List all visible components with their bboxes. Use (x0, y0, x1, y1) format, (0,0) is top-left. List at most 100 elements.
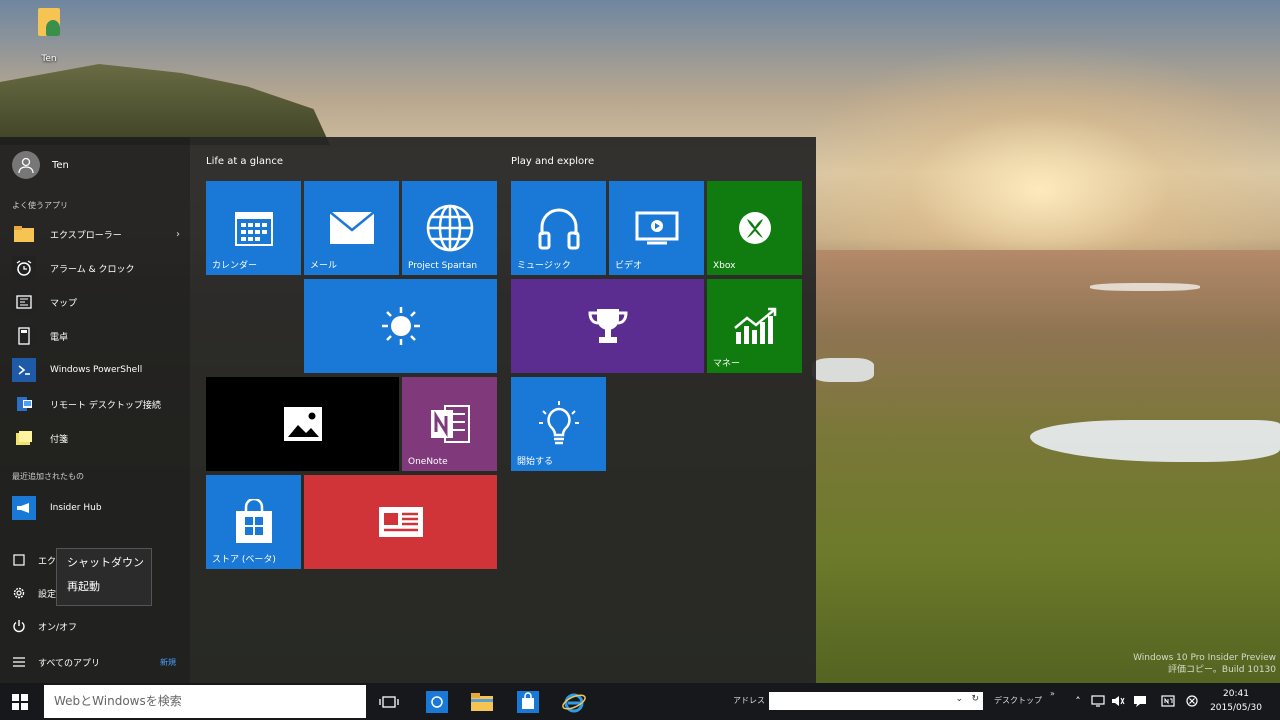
toolbar-expand-icon[interactable]: » (1050, 689, 1055, 698)
task-view-button[interactable] (369, 683, 409, 720)
app-sticky-notes[interactable]: 付箋 (12, 423, 186, 453)
list-icon (12, 655, 26, 669)
hills-scenery (815, 250, 1280, 720)
onenote-icon (430, 405, 470, 443)
restart-option[interactable]: 再起動 (57, 573, 151, 597)
desktop-toolbar-label[interactable]: デスクトップ (994, 695, 1042, 706)
app-remote-desktop[interactable]: リモート デスクトップ接続 (12, 389, 186, 419)
group-title-play: Play and explore (511, 156, 595, 167)
sun-icon (381, 307, 420, 345)
tile-label: ビデオ (615, 261, 643, 271)
tile-project-spartan[interactable]: Project Spartan (402, 181, 497, 275)
language-indicator[interactable] (1160, 693, 1176, 709)
sys-all-apps[interactable]: すべてのアプリ (12, 655, 100, 669)
tile-label: 開始する (517, 457, 554, 467)
tile-label: OneNote (408, 457, 448, 467)
app-file-explorer[interactable]: エクスプローラー › (12, 219, 186, 249)
app-label: エクスプローラー (50, 230, 122, 241)
volume-icon[interactable] (1110, 693, 1126, 709)
calculator-icon (12, 324, 36, 348)
video-icon (635, 211, 678, 245)
network-icon[interactable] (1090, 693, 1106, 709)
gear-icon (12, 586, 26, 600)
tile-get-started[interactable]: 開始する (511, 377, 606, 471)
tile-photos[interactable] (206, 377, 399, 471)
folder-icon (471, 692, 493, 711)
app-label: 電卓 (50, 332, 69, 343)
show-hidden-icons-icon[interactable]: ˄ (1070, 693, 1086, 709)
sys-power[interactable]: オン/オフ (12, 619, 77, 633)
cliff-scenery (0, 64, 330, 145)
tile-xbox[interactable]: Xbox (707, 181, 802, 275)
app-label: アラーム & クロック (50, 264, 135, 275)
desktop-icon-user-folder[interactable]: Ten (28, 8, 70, 64)
lake-scenery (812, 358, 874, 382)
file-explorer-icon (12, 553, 26, 567)
taskbar-app-file-explorer[interactable] (462, 683, 502, 720)
headphones-icon (538, 208, 579, 250)
insider-hub-icon (426, 690, 448, 713)
sys-settings[interactable]: 設定 (12, 586, 56, 600)
app-maps[interactable]: マップ (12, 287, 186, 317)
desktop-icon-label: Ten (41, 54, 57, 64)
map-icon (12, 290, 36, 314)
taskbar-app-internet-explorer[interactable] (554, 683, 594, 720)
tile-music[interactable]: ミュージック (511, 181, 606, 275)
tile-onenote[interactable]: OneNote (402, 377, 497, 471)
app-alarms[interactable]: アラーム & クロック (12, 253, 186, 283)
taskbar-app-store[interactable] (508, 683, 548, 720)
section-recent: 最近追加されたもの (12, 472, 84, 481)
person-icon (18, 157, 34, 174)
refresh-icon[interactable]: ↻ (971, 694, 979, 704)
address-toolbar-label: アドレス (733, 696, 765, 705)
tile-weather[interactable] (304, 279, 497, 373)
new-badge: 新規 (160, 658, 176, 667)
taskbar-app-insider-hub[interactable] (417, 683, 457, 720)
user-folder-icon (38, 8, 60, 36)
chevron-right-icon[interactable]: › (176, 229, 180, 240)
tile-label: ミュージック (517, 261, 571, 271)
tile-news[interactable] (304, 475, 497, 569)
power-menu: シャットダウン 再起動 (56, 548, 152, 606)
dropdown-chevron-icon[interactable]: ⌄ (955, 694, 963, 704)
user-account[interactable]: Ten (12, 151, 69, 179)
system-clock[interactable]: 20:41 2015/05/30 (1205, 687, 1267, 715)
app-label: Windows PowerShell (50, 365, 143, 375)
power-icon (12, 619, 26, 633)
xbox-icon (738, 212, 771, 244)
avatar (12, 151, 40, 179)
mail-icon (328, 211, 375, 244)
app-label: 付箋 (50, 434, 69, 445)
group-title-life: Life at a glance (206, 156, 283, 167)
tile-label: ストア (ベータ) (212, 555, 276, 565)
app-insider-hub[interactable]: Insider Hub (12, 493, 186, 523)
photos-icon (283, 407, 322, 441)
clock-time: 20:41 (1223, 689, 1249, 699)
news-icon (378, 507, 423, 537)
windows-logo-icon (12, 693, 28, 710)
lake-scenery (1090, 283, 1200, 291)
address-input[interactable]: ⌄ ↻ (769, 692, 983, 710)
start-button[interactable] (0, 683, 40, 720)
ime-mode-icon[interactable] (1184, 693, 1200, 709)
tile-games[interactable] (511, 279, 704, 373)
tile-label: カレンダー (212, 261, 258, 271)
tile-mail[interactable]: メール (304, 181, 399, 275)
section-frequent: よく使うアプリ (12, 201, 68, 210)
app-powershell[interactable]: Windows PowerShell (12, 355, 186, 385)
internet-explorer-icon (562, 693, 586, 712)
tile-video[interactable]: ビデオ (609, 181, 704, 275)
task-view-icon (379, 695, 399, 708)
tile-calendar[interactable]: カレンダー (206, 181, 301, 275)
tile-store[interactable]: ストア (ベータ) (206, 475, 301, 569)
search-box[interactable]: WebとWindowsを検索 (44, 685, 366, 718)
app-calculator[interactable]: 電卓 (12, 321, 186, 351)
shutdown-option[interactable]: シャットダウン (57, 549, 151, 573)
alarm-clock-icon (12, 256, 36, 280)
app-label: リモート デスクトップ接続 (50, 400, 161, 411)
sticky-notes-icon (12, 426, 36, 450)
chart-icon (733, 307, 776, 344)
ime-icon[interactable] (1132, 693, 1148, 709)
store-bag-icon (235, 499, 272, 543)
tile-money[interactable]: マネー (707, 279, 802, 373)
